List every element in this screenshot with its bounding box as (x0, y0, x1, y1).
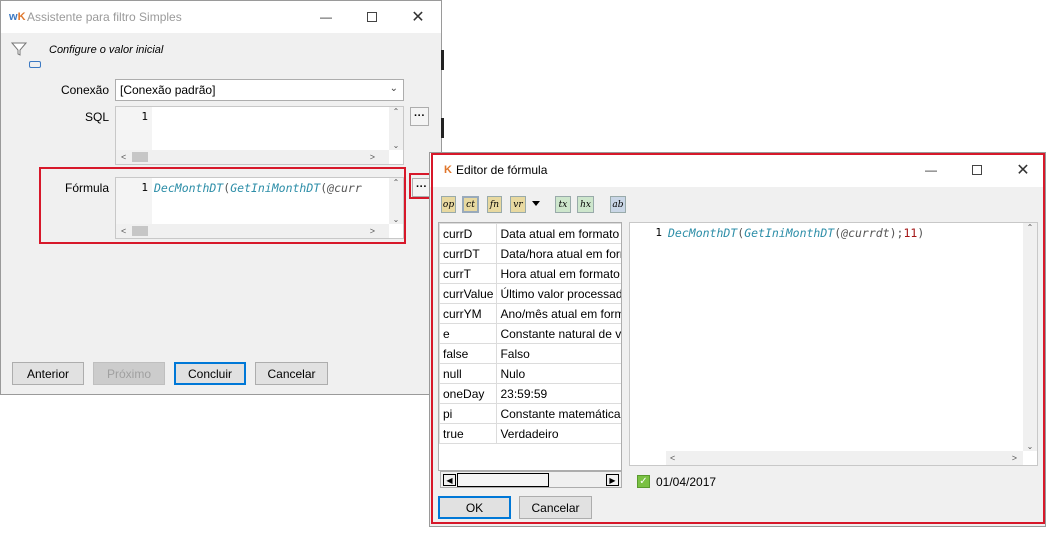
app-logo-icon: wwKK (9, 11, 26, 23)
concluir-button[interactable]: Concluir (174, 362, 246, 385)
field-icon (29, 61, 41, 68)
dialog-titlebar: wwKK Assistente para filtro Simples — ✕ (1, 1, 441, 33)
dialog-title: Assistente para filtro Simples (27, 10, 182, 24)
proximo-button[interactable]: Próximo (93, 362, 165, 385)
conexao-label: Conexão (60, 83, 109, 97)
minimize-icon[interactable]: — (303, 1, 349, 33)
conexao-select[interactable]: [Conexão padrão] ⌄ (115, 79, 404, 101)
sql-ellipsis-button[interactable]: ··· (410, 107, 429, 126)
chevron-down-icon: ⌄ (389, 83, 398, 94)
sql-vscrollbar[interactable]: ⌃ ⌄ (389, 107, 403, 150)
maximize-icon[interactable] (349, 1, 395, 33)
filter-wizard-dialog: wwKK Assistente para filtro Simples — ✕ … (0, 0, 442, 395)
editor-highlight (431, 153, 1045, 524)
anterior-button[interactable]: Anterior (12, 362, 84, 385)
filter-icon (10, 41, 28, 60)
sql-hscrollbar[interactable]: < > (116, 150, 389, 164)
sql-label: SQL (84, 110, 109, 124)
sql-editor[interactable]: 1 ⌃ ⌄ < > (115, 106, 404, 165)
cancelar-button[interactable]: Cancelar (255, 362, 328, 385)
background-line (441, 50, 444, 70)
subtitle: Configure o valor inicial (49, 44, 164, 56)
formula-highlight (39, 167, 406, 244)
sql-line-number: 1 (116, 107, 152, 150)
conexao-value: [Conexão padrão] (120, 83, 216, 97)
close-icon[interactable]: ✕ (395, 1, 441, 33)
background-line (441, 118, 444, 138)
